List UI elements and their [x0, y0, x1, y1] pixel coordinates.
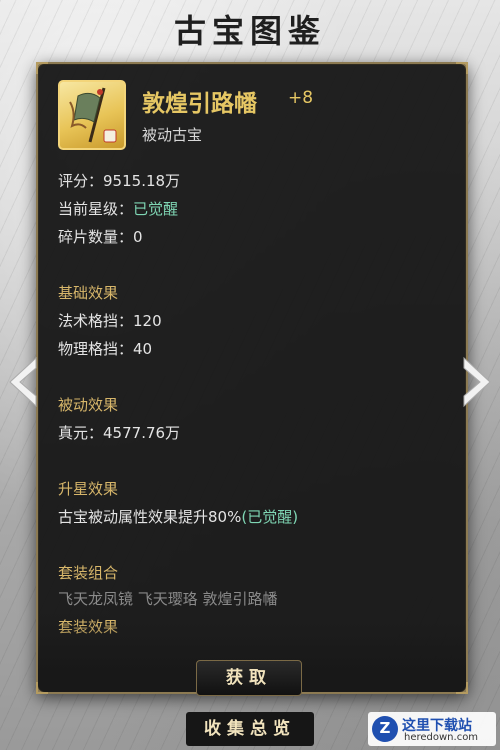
- rating-row: 评分：9515.18万: [58, 170, 180, 191]
- true-essence-row: 真元：4577.76万: [58, 422, 180, 443]
- set-combo-items: 飞天龙凤镜 飞天璎珞 敦煌引路幡: [58, 590, 278, 608]
- spell-block-row: 法术格挡：120: [58, 310, 162, 331]
- star-effect-row: 古宝被动属性效果提升80%(已觉醒): [58, 506, 298, 527]
- true-essence-label: 真元：: [58, 424, 104, 442]
- banner-artifact-icon: [69, 87, 117, 143]
- star-effects-title: 升星效果: [58, 480, 119, 498]
- get-button[interactable]: 获取: [196, 660, 302, 696]
- set-combo-title: 套装组合: [58, 564, 119, 582]
- watermark-url: heredown.com: [404, 732, 479, 743]
- panel-corner-ornament: [456, 62, 468, 74]
- next-arrow-icon[interactable]: [460, 356, 494, 408]
- star-level-row: 当前星级：已觉醒: [58, 198, 178, 219]
- basic-effects-title: 基础效果: [58, 284, 119, 302]
- physical-block-label: 物理格挡：: [58, 340, 134, 358]
- banner-artifact-icon[interactable]: [58, 80, 126, 150]
- star-effect-status: (已觉醒): [241, 508, 299, 526]
- rating-label: 评分：: [58, 172, 104, 190]
- spell-block-label: 法术格挡：: [58, 312, 134, 330]
- star-effect-text: 古宝被动属性效果提升80%: [58, 508, 242, 526]
- previous-arrow-icon[interactable]: [6, 356, 40, 408]
- watermark-logo-icon: Z: [372, 716, 398, 742]
- collection-overview-button[interactable]: 收集总览: [186, 712, 314, 746]
- true-essence-value: 4577.76万: [103, 424, 181, 442]
- site-watermark: Z 这里下载站 heredown.com: [368, 712, 496, 746]
- page-title: 古宝图鉴: [173, 12, 326, 50]
- artifact-detail-panel: 敦煌引路幡 +8 被动古宝 评分：9515.18万 当前星级：已觉醒 碎片数量：…: [36, 62, 468, 694]
- panel-corner-ornament: [36, 62, 48, 74]
- item-name: 敦煌引路幡: [142, 91, 257, 117]
- star-level-label: 当前星级：: [58, 200, 134, 218]
- item-type: 被动古宝: [142, 126, 203, 144]
- shard-count-value: 0: [133, 228, 143, 246]
- shard-count-label: 碎片数量：: [58, 228, 134, 246]
- passive-effects-title: 被动效果: [58, 396, 119, 414]
- physical-block-row: 物理格挡：40: [58, 338, 152, 359]
- rating-value: 9515.18万: [103, 172, 181, 190]
- star-level-value: 已觉醒: [133, 200, 179, 218]
- physical-block-value: 40: [133, 340, 153, 358]
- shard-count-row: 碎片数量：0: [58, 226, 143, 247]
- item-level: +8: [288, 88, 314, 108]
- spell-block-value: 120: [133, 312, 162, 330]
